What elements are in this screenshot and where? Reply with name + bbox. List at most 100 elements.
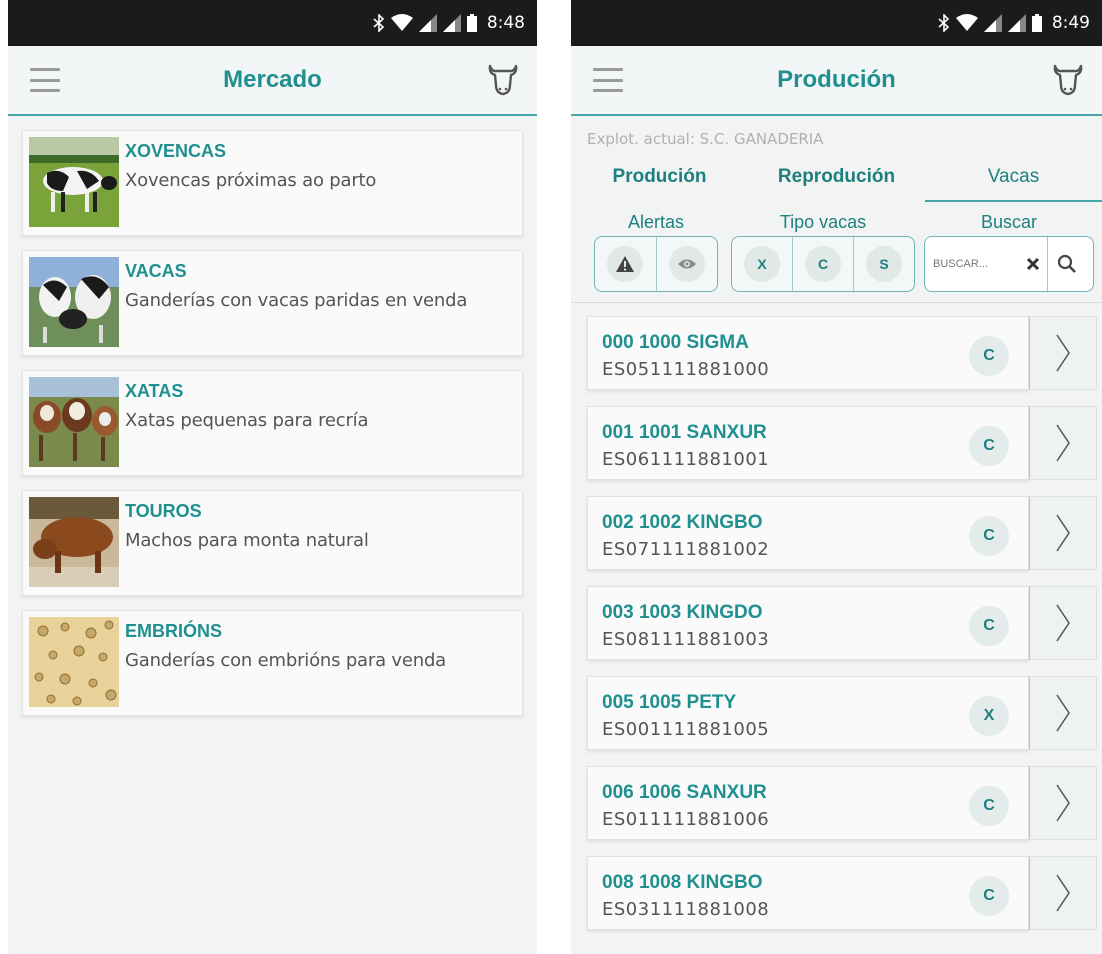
cow-detail-button[interactable] — [1029, 586, 1097, 660]
cow-type-badge: C — [969, 336, 1009, 376]
cow-type-badge: C — [969, 516, 1009, 556]
page-title: Produción — [777, 66, 896, 93]
cow-card[interactable]: 008 1008 KINGBO ES031111881008 C — [587, 856, 1029, 930]
cows-photo — [29, 257, 119, 347]
chevron-right-icon — [1056, 514, 1070, 552]
type-x-button[interactable]: X — [732, 237, 793, 291]
bluetooth-icon — [373, 14, 384, 32]
cow-detail-button[interactable] — [1029, 496, 1097, 570]
search-group: Buscar — [924, 202, 1094, 302]
alerts-label: Alertas — [627, 212, 685, 232]
status-time: 8:49 — [1051, 13, 1090, 33]
menu-icon[interactable] — [593, 68, 623, 92]
cow-detail-button[interactable] — [1029, 856, 1097, 930]
market-item-subtitle: Ganderías con vacas paridas en venda — [125, 290, 468, 311]
type-c-button[interactable]: C — [793, 237, 854, 291]
cow-head-icon[interactable] — [1052, 63, 1084, 97]
market-item-title: EMBRIÓNS — [125, 621, 223, 641]
cow-card[interactable]: 001 1001 SANXUR ES061111881001 C — [587, 406, 1029, 480]
search-button[interactable] — [1047, 237, 1086, 291]
signal-icon — [983, 14, 1002, 32]
chevron-right-icon — [1056, 874, 1070, 912]
tab-vacas[interactable]: Vacas — [925, 160, 1102, 202]
market-item-title: XOVENCAS — [125, 141, 227, 161]
cow-code: ES071111881002 — [602, 539, 770, 560]
search-label: Buscar — [980, 212, 1038, 232]
cow-row[interactable]: 001 1001 SANXUR ES061111881001 C — [587, 406, 1102, 480]
tab-reproducion[interactable]: Reprodución — [748, 160, 925, 202]
market-list: XOVENCAS Xovencas próximas ao parto VACA… — [8, 116, 537, 716]
status-bar: 8:48 — [8, 0, 537, 46]
menu-icon[interactable] — [30, 68, 60, 92]
cow-type-badge: C — [969, 786, 1009, 826]
cow-card[interactable]: 000 1000 SIGMA ES051111881000 C — [587, 316, 1029, 390]
chevron-right-icon — [1056, 694, 1070, 732]
cow-row[interactable]: 003 1003 KINGDO ES081111881003 C — [587, 586, 1102, 660]
cow-card[interactable]: 006 1006 SANXUR ES011111881006 C — [587, 766, 1029, 840]
chevron-right-icon — [1056, 334, 1070, 372]
mercado-screen: 8:48 Mercado XOVENCAS Xovencas próximas … — [8, 0, 537, 954]
cow-row[interactable]: 008 1008 KINGBO ES031111881008 C — [587, 856, 1102, 930]
tab-producion[interactable]: Produción — [571, 160, 748, 202]
cow-card[interactable]: 005 1005 PETY ES001111881005 X — [587, 676, 1029, 750]
cow-list: 000 1000 SIGMA ES051111881000 C 001 1001… — [571, 303, 1102, 930]
search-input[interactable] — [925, 237, 1019, 291]
status-bar: 8:49 — [571, 0, 1102, 46]
cow-head-icon[interactable] — [487, 63, 519, 97]
market-item-subtitle: Xatas pequenas para recría — [125, 410, 369, 431]
market-item-touros[interactable]: TOUROS Machos para monta natural — [22, 490, 523, 596]
chevron-right-icon — [1056, 604, 1070, 642]
cow-name: 002 1002 KINGBO — [602, 512, 763, 533]
alert-warning-button[interactable] — [595, 237, 657, 291]
clear-search-button[interactable] — [1019, 237, 1047, 291]
market-item-subtitle: Ganderías con embrións para venda — [125, 650, 447, 671]
type-x-label: X — [744, 246, 780, 282]
cow-detail-button[interactable] — [1029, 766, 1097, 840]
cow-type-badge: C — [969, 606, 1009, 646]
cow-detail-button[interactable] — [1029, 406, 1097, 480]
filter-bar: Alertas Tipo vacas X C S Buscar BUSCAR..… — [571, 202, 1102, 303]
cow-detail-button[interactable] — [1029, 316, 1097, 390]
alerts-group: Alertas — [594, 202, 718, 302]
cow-card[interactable]: 003 1003 KINGDO ES081111881003 C — [587, 586, 1029, 660]
bluetooth-icon — [938, 14, 949, 32]
signal-icon — [1007, 14, 1026, 32]
market-item-title: VACAS — [125, 261, 187, 281]
warning-icon — [616, 256, 635, 272]
market-item-title: TOUROS — [125, 501, 202, 521]
cow-row[interactable]: 002 1002 KINGBO ES071111881002 C — [587, 496, 1102, 570]
wifi-icon — [390, 14, 413, 31]
type-s-button[interactable]: S — [854, 237, 914, 291]
tab-bar: Produción Reprodución Vacas — [571, 160, 1102, 202]
cow-row[interactable]: 000 1000 SIGMA ES051111881000 C — [587, 316, 1102, 390]
market-item-vacas[interactable]: VACAS Ganderías con vacas paridas en ven… — [22, 250, 523, 356]
search-icon — [1057, 254, 1076, 273]
cow-code: ES061111881001 — [602, 449, 770, 470]
signal-icon — [418, 14, 437, 32]
cow-type-badge: C — [969, 426, 1009, 466]
producion-screen: 8:49 Produción Explot. actual: S.C. GANA… — [571, 0, 1102, 954]
bull-photo — [29, 497, 119, 587]
market-item-embrions[interactable]: EMBRIÓNS Ganderías con embrións para ven… — [22, 610, 523, 716]
signal-icon — [442, 14, 461, 32]
chevron-right-icon — [1056, 424, 1070, 462]
app-bar: Produción — [571, 46, 1102, 116]
app-bar: Mercado — [8, 46, 537, 116]
market-item-xovencas[interactable]: XOVENCAS Xovencas próximas ao parto — [22, 130, 523, 236]
market-item-xatas[interactable]: XATAS Xatas pequenas para recría — [22, 370, 523, 476]
cow-name: 008 1008 KINGBO — [602, 872, 763, 893]
type-group: Tipo vacas X C S — [730, 202, 916, 302]
current-farm-label: Explot. actual: S.C. GANADERIA — [587, 130, 824, 148]
heifer-photo — [29, 137, 119, 227]
cow-row[interactable]: 006 1006 SANXUR ES011111881006 C — [587, 766, 1102, 840]
cow-name: 006 1006 SANXUR — [602, 782, 767, 803]
page-title: Mercado — [223, 66, 322, 93]
cow-row[interactable]: 005 1005 PETY ES001111881005 X — [587, 676, 1102, 750]
market-item-subtitle: Machos para monta natural — [125, 530, 369, 551]
chevron-right-icon — [1056, 784, 1070, 822]
cow-card[interactable]: 002 1002 KINGBO ES071111881002 C — [587, 496, 1029, 570]
cow-detail-button[interactable] — [1029, 676, 1097, 750]
cow-type-badge: C — [969, 876, 1009, 916]
alert-watch-button[interactable] — [657, 237, 718, 291]
cow-code: ES011111881006 — [602, 809, 770, 830]
